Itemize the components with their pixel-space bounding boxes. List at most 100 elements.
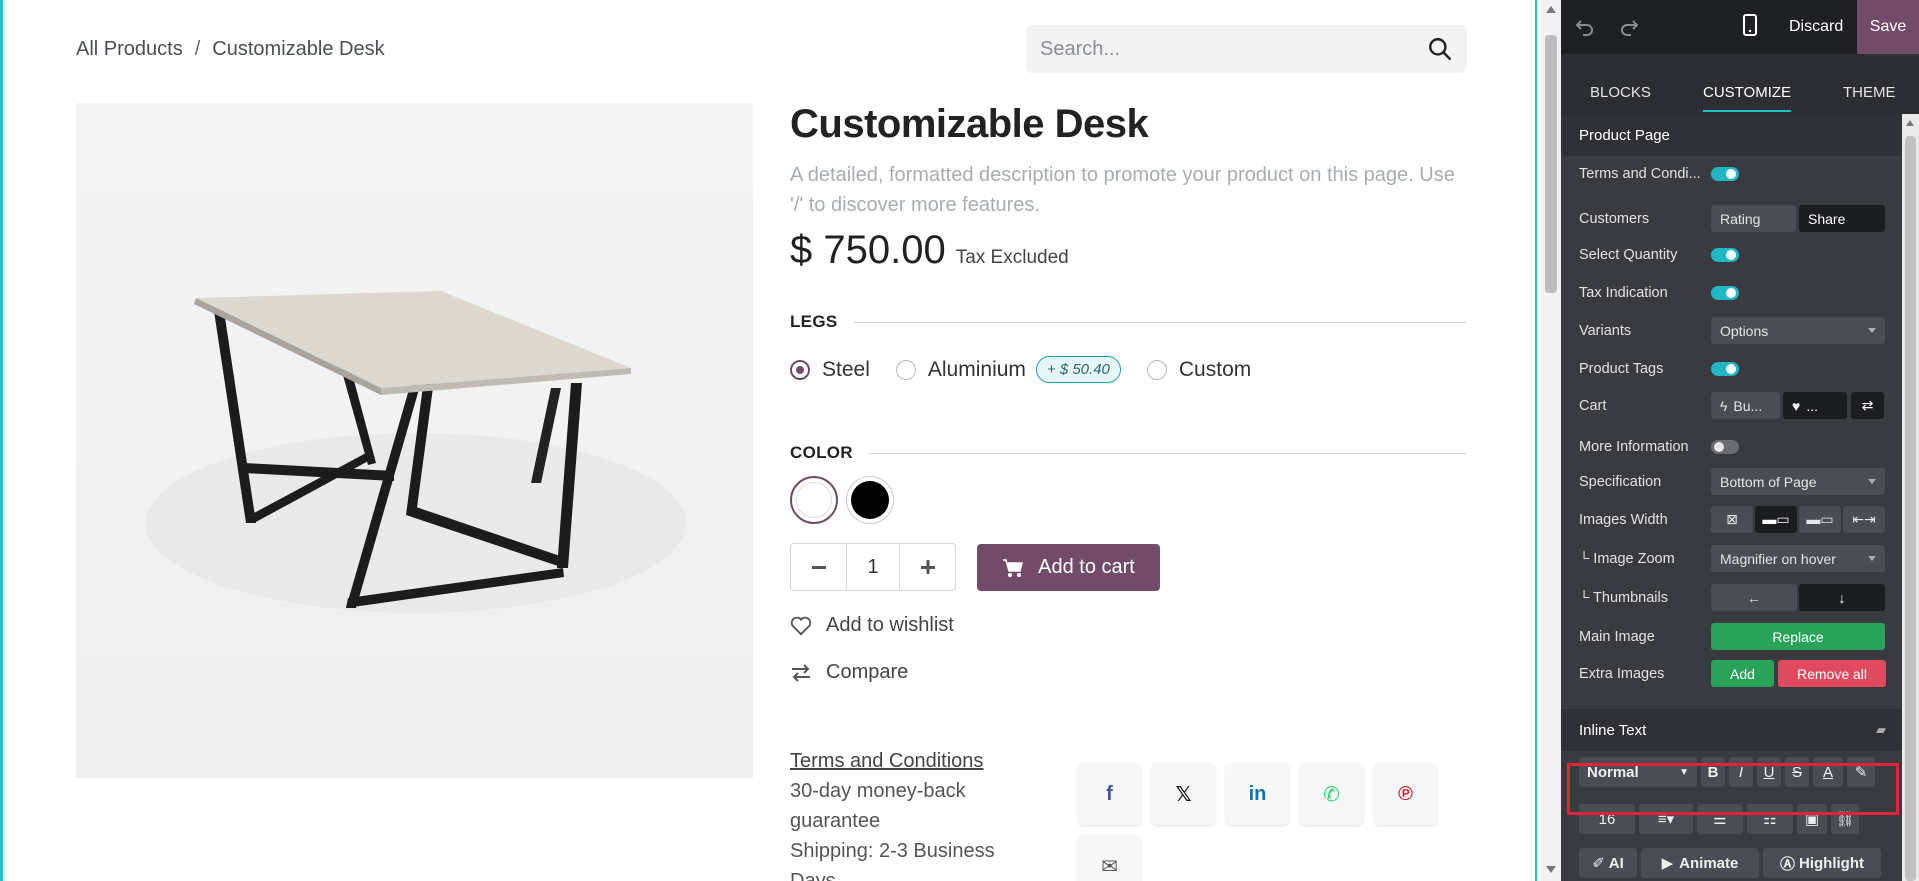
x-icon[interactable]: 𝕏 <box>1152 763 1215 825</box>
editor-scrollbar[interactable] <box>1902 114 1919 881</box>
option-label: Terms and Condi... <box>1579 166 1701 182</box>
radio-checked[interactable] <box>790 359 810 380</box>
product-title: Customizable Desk <box>790 102 1149 146</box>
legs-option-steel[interactable]: Steel <box>790 358 870 382</box>
replace-main-image-button[interactable]: Replace <box>1711 623 1885 650</box>
option-label: Images Width <box>1579 511 1668 528</box>
discard-button[interactable]: Discard <box>1789 0 1843 54</box>
legs-label: LEGS <box>790 312 838 331</box>
page-scrollbar[interactable] <box>1541 0 1561 881</box>
color-header: COLOR <box>790 443 1466 463</box>
radio-unchecked[interactable] <box>1146 359 1167 380</box>
increase-button[interactable] <box>900 544 955 590</box>
option-label: Product Tags <box>1579 361 1664 377</box>
width-full-icon[interactable]: ⇤⇥ <box>1843 506 1885 533</box>
search-icon[interactable] <box>1427 36 1453 62</box>
price-amount: $ 750.00 <box>790 228 946 272</box>
tax-indication-toggle[interactable] <box>1711 286 1739 300</box>
width-none-icon[interactable]: ⊠ <box>1711 506 1753 533</box>
quantity-input[interactable] <box>846 544 900 590</box>
ai-button[interactable]: ✐ AI <box>1579 848 1637 878</box>
product-tags-toggle[interactable] <box>1711 362 1739 376</box>
specification-select[interactable]: Bottom of Page <box>1711 468 1885 495</box>
email-icon[interactable]: ✉ <box>1078 835 1141 881</box>
swatch-white[interactable] <box>790 476 838 524</box>
option-extra-images: Extra Images Add Remove all <box>1579 660 1889 687</box>
search-input[interactable] <box>1040 37 1427 61</box>
more-info-toggle[interactable] <box>1711 440 1739 454</box>
highlight-button[interactable]: Ⓐ Highlight <box>1763 848 1881 878</box>
tax-note: Tax Excluded <box>955 247 1069 268</box>
thumbnails-bottom-icon[interactable]: ↓ <box>1799 584 1885 611</box>
tab-theme[interactable]: THEME <box>1843 84 1896 101</box>
remove-all-extra-images-button[interactable]: Remove all <box>1778 660 1886 687</box>
option-label: Tax Indication <box>1579 285 1668 301</box>
option-label: Aluminium <box>927 357 1026 381</box>
mobile-preview-icon[interactable] <box>1743 14 1757 36</box>
swatch-black[interactable] <box>846 476 894 524</box>
compare-toggle-button[interactable]: ⇄ <box>1851 392 1884 419</box>
facebook-icon[interactable]: f <box>1078 763 1141 825</box>
editor-panel: Discard Save BLOCKS CUSTOMIZE THEME Prod… <box>1561 0 1919 881</box>
frame-edge <box>1535 0 1537 881</box>
select-value: Bottom of Page <box>1720 473 1817 490</box>
product-description[interactable]: A detailed, formatted description to pro… <box>790 160 1470 220</box>
add-to-cart-label: Add to cart <box>1038 556 1135 578</box>
variants-select[interactable]: Options <box>1711 317 1885 344</box>
select-quantity-toggle[interactable] <box>1711 248 1739 262</box>
image-zoom-select[interactable]: Magnifier on hover <box>1711 545 1885 572</box>
heart-icon: ♥ <box>1792 397 1801 414</box>
product-image[interactable] <box>76 103 753 778</box>
select-value: Magnifier on hover <box>1720 550 1836 567</box>
whatsapp-icon[interactable]: ✆ <box>1300 763 1363 825</box>
width-66-icon[interactable]: ▬▭ <box>1799 506 1841 533</box>
scroll-up-icon[interactable] <box>1906 120 1914 126</box>
scroll-up-icon[interactable] <box>1546 6 1556 13</box>
option-customers: Customers Rating Share <box>1579 205 1889 232</box>
highlight-icon: Ⓐ <box>1780 855 1796 873</box>
breadcrumb-all-products[interactable]: All Products <box>76 38 183 61</box>
color-swatches <box>790 476 894 524</box>
plus-icon <box>920 560 935 574</box>
option-thumbnails: └ Thumbnails ← ↓ <box>1579 584 1889 611</box>
scroll-thumb[interactable] <box>1905 136 1916 881</box>
linkedin-icon[interactable]: in <box>1226 763 1289 825</box>
terms-line-guarantee: 30-day money-back guarantee <box>790 780 966 832</box>
terms-toggle[interactable] <box>1711 167 1739 181</box>
compare-link[interactable]: Compare <box>790 661 908 684</box>
compare-label: Compare <box>826 661 909 683</box>
tab-blocks[interactable]: BLOCKS <box>1590 84 1651 101</box>
add-to-cart-button[interactable]: Add to cart <box>977 544 1160 591</box>
option-label: Steel <box>822 357 870 381</box>
buy-now-button[interactable]: ϟ Bu... <box>1711 392 1780 419</box>
option-specification: Specification Bottom of Page <box>1579 468 1889 495</box>
share-button[interactable]: Share <box>1799 205 1885 232</box>
rating-button[interactable]: Rating <box>1711 205 1796 232</box>
option-label: Specification <box>1579 473 1662 490</box>
pinterest-icon[interactable]: ℗ <box>1374 763 1437 825</box>
decrease-button[interactable] <box>791 544 846 590</box>
legs-option-aluminium[interactable]: Aluminium <box>895 357 1026 382</box>
search-bar <box>1026 25 1467 73</box>
animate-button[interactable]: ▶ Animate <box>1641 848 1759 878</box>
width-50-icon[interactable]: ▬▭ <box>1755 506 1797 533</box>
legs-option-custom[interactable]: Custom <box>1146 358 1251 382</box>
radio-unchecked[interactable] <box>895 359 916 380</box>
add-extra-images-button[interactable]: Add <box>1711 660 1774 687</box>
scroll-thumb[interactable] <box>1545 35 1557 293</box>
wishlist-toggle-label: ... <box>1806 397 1818 414</box>
terms-link[interactable]: Terms and Conditions <box>790 746 1020 776</box>
option-label: └ Image Zoom <box>1579 550 1675 567</box>
tab-customize[interactable]: CUSTOMIZE <box>1703 84 1792 112</box>
compare-arrows-icon <box>792 663 810 682</box>
undo-icon[interactable] <box>1573 15 1597 39</box>
save-button[interactable]: Save <box>1857 0 1919 54</box>
add-to-wishlist-link[interactable]: Add to wishlist <box>790 614 954 637</box>
scroll-down-icon[interactable] <box>1546 866 1556 873</box>
redo-icon[interactable] <box>1617 15 1641 39</box>
price-extra-badge: + $ 50.40 <box>1035 356 1121 383</box>
eraser-icon[interactable]: ▰ <box>1876 722 1886 738</box>
thumbnails-left-icon[interactable]: ← <box>1711 584 1797 611</box>
option-cart: Cart ϟ Bu... ♥... ⇄ <box>1579 392 1889 419</box>
wishlist-toggle-button[interactable]: ♥... <box>1783 392 1847 419</box>
